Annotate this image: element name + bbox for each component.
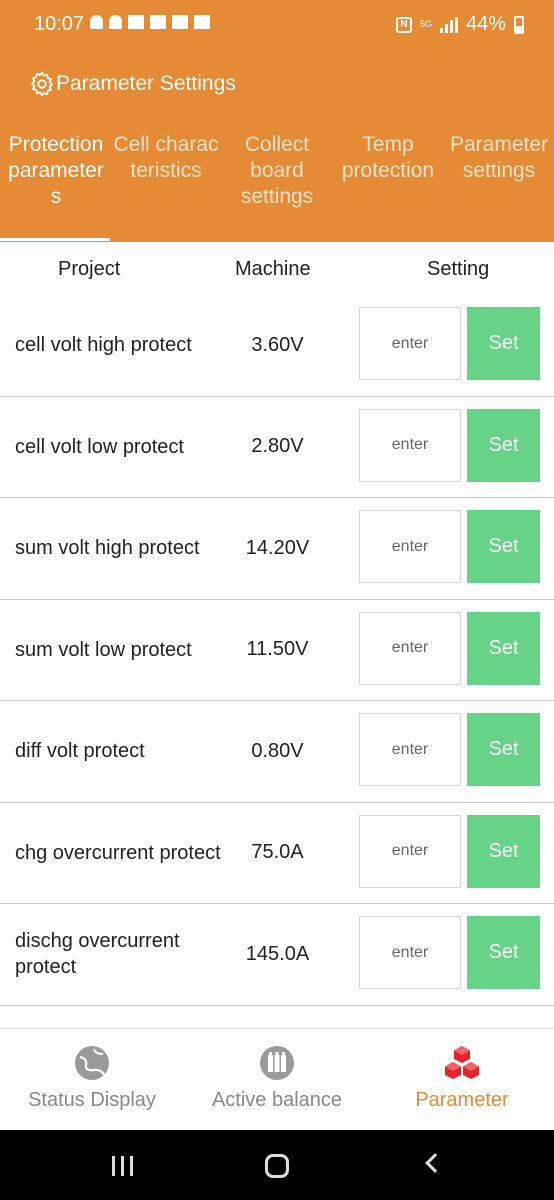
active-tab-indicator	[0, 238, 110, 241]
bell-icon	[109, 15, 122, 29]
table-row: sum volt high protect 14.20V Set	[0, 498, 554, 600]
column-machine: Machine	[235, 258, 311, 280]
nav-active-balance[interactable]: Active balance	[184, 1029, 370, 1131]
setting-input[interactable]	[359, 814, 461, 888]
table-row: dischg overcurrent protect 145.0A Set	[0, 904, 554, 1006]
parameter-list: cell volt high protect 3.60V Set cell vo…	[0, 295, 554, 1006]
cubes-icon	[445, 1046, 479, 1079]
set-button[interactable]: Set	[467, 814, 540, 888]
gear-icon	[30, 71, 54, 97]
setting-input[interactable]	[359, 713, 461, 786]
header: Parameter Settings Protection parameter …	[0, 42, 554, 242]
table-header: Project Machine Setting	[0, 258, 554, 288]
status-bar: 10:07 N 5G 44%	[0, 0, 554, 42]
app-notification-icon	[128, 15, 144, 29]
notification-icons	[90, 15, 210, 29]
table-row: sum volt low protect 11.50V Set	[0, 600, 554, 701]
set-button[interactable]: Set	[467, 307, 540, 380]
setting-input[interactable]	[359, 408, 461, 482]
setting-input[interactable]	[359, 307, 461, 380]
bell-icon	[90, 15, 103, 29]
set-button[interactable]: Set	[467, 611, 540, 685]
setting-input[interactable]	[359, 510, 461, 583]
app-notification-icon	[172, 15, 188, 29]
home-icon[interactable]	[265, 1154, 289, 1178]
globe-icon	[75, 1046, 109, 1080]
table-row: cell volt high protect 3.60V Set	[0, 295, 554, 397]
page-title: Parameter Settings	[56, 72, 236, 95]
setting-input[interactable]	[359, 611, 461, 685]
row-name: sum volt low protect	[15, 638, 192, 661]
row-machine-value: 2.80V	[251, 435, 304, 457]
row-name: cell volt low protect	[15, 435, 184, 458]
row-machine-value: 11.50V	[246, 638, 309, 660]
set-button[interactable]: Set	[467, 916, 540, 989]
app-notification-icon	[150, 15, 166, 29]
set-button[interactable]: Set	[467, 408, 540, 482]
nav-label: Parameter	[415, 1089, 509, 1111]
tab-collect-board-settings[interactable]: Collect board settings	[228, 132, 326, 210]
row-name: chg overcurrent protect	[15, 841, 221, 864]
tab-bar: Protection parameter s Cell charac teris…	[0, 130, 554, 242]
battery-percent: 44%	[465, 13, 506, 35]
setting-input[interactable]	[359, 916, 461, 989]
nav-status-display[interactable]: Status Display	[0, 1029, 184, 1131]
row-name: cell volt high protect	[15, 334, 192, 356]
set-button[interactable]: Set	[467, 713, 540, 786]
column-setting: Setting	[427, 258, 490, 280]
row-machine-value: 0.80V	[251, 739, 304, 762]
status-right: N 5G 44%	[395, 13, 524, 36]
app-notification-icon	[194, 15, 210, 29]
row-machine-value: 3.60V	[251, 333, 304, 356]
bottom-nav: Status Display Active balance Parameter	[0, 1028, 554, 1130]
network-type: 5G	[419, 19, 432, 29]
system-nav-bar	[0, 1130, 554, 1200]
recent-apps-icon[interactable]	[112, 1156, 133, 1176]
row-machine-value: 145.0A	[245, 942, 310, 965]
tab-parameter-settings[interactable]: Parameter settings	[446, 132, 552, 184]
tab-protection-parameters[interactable]: Protection parameter s	[4, 132, 108, 210]
nav-parameter[interactable]: Parameter	[370, 1029, 554, 1131]
column-project: Project	[58, 258, 121, 280]
row-machine-value: 75.0A	[251, 841, 304, 863]
balance-icon	[260, 1046, 294, 1080]
title-row: Parameter Settings	[28, 70, 236, 98]
tab-temp-protection[interactable]: Temp protection	[334, 132, 442, 184]
row-name: dischg overcurrent protect	[15, 930, 180, 978]
signal-icon	[439, 16, 458, 33]
table-row: diff volt protect 0.80V Set	[0, 701, 554, 803]
tab-cell-characteristics[interactable]: Cell charac teristics	[110, 132, 222, 184]
clock: 10:07	[34, 13, 85, 35]
nav-label: Status Display	[28, 1089, 156, 1111]
nfc-icon: N	[395, 16, 412, 33]
row-machine-value: 14.20V	[245, 536, 310, 559]
set-button[interactable]: Set	[467, 510, 540, 583]
row-name: diff volt protect	[15, 740, 145, 762]
table-row: chg overcurrent protect 75.0A Set	[0, 803, 554, 904]
battery-icon	[514, 15, 524, 34]
nav-label: Active balance	[211, 1089, 343, 1111]
row-name: sum volt high protect	[15, 537, 200, 559]
back-icon[interactable]	[425, 1153, 445, 1173]
table-row: cell volt low protect 2.80V Set	[0, 397, 554, 498]
